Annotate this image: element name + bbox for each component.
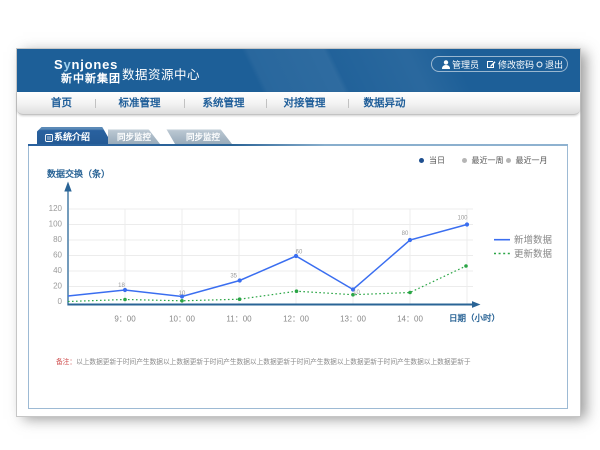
svg-text:20: 20 bbox=[53, 282, 62, 291]
svg-text:60: 60 bbox=[296, 250, 303, 256]
svg-text:10：00: 10：00 bbox=[169, 315, 195, 324]
svg-text:18: 18 bbox=[118, 283, 125, 289]
svg-text:60: 60 bbox=[53, 251, 62, 260]
svg-text:10: 10 bbox=[179, 291, 186, 297]
svg-text:13：00: 13：00 bbox=[340, 315, 366, 324]
svg-text:更新数据: 更新数据 bbox=[514, 248, 553, 260]
svg-text:80: 80 bbox=[53, 235, 62, 244]
svg-text:100: 100 bbox=[49, 220, 63, 229]
svg-text:12：00: 12：00 bbox=[283, 315, 309, 324]
svg-text:35: 35 bbox=[230, 273, 237, 279]
svg-text:0: 0 bbox=[58, 297, 63, 306]
svg-text:14：00: 14：00 bbox=[397, 315, 423, 324]
svg-text:120: 120 bbox=[49, 204, 63, 213]
svg-text:80: 80 bbox=[402, 231, 409, 237]
svg-text:新增数据: 新增数据 bbox=[514, 234, 553, 246]
svg-text:11：00: 11：00 bbox=[226, 315, 252, 324]
svg-text:40: 40 bbox=[53, 266, 62, 275]
svg-text:100: 100 bbox=[457, 215, 468, 221]
svg-text:10: 10 bbox=[353, 290, 360, 296]
svg-text:9：00: 9：00 bbox=[114, 315, 136, 324]
